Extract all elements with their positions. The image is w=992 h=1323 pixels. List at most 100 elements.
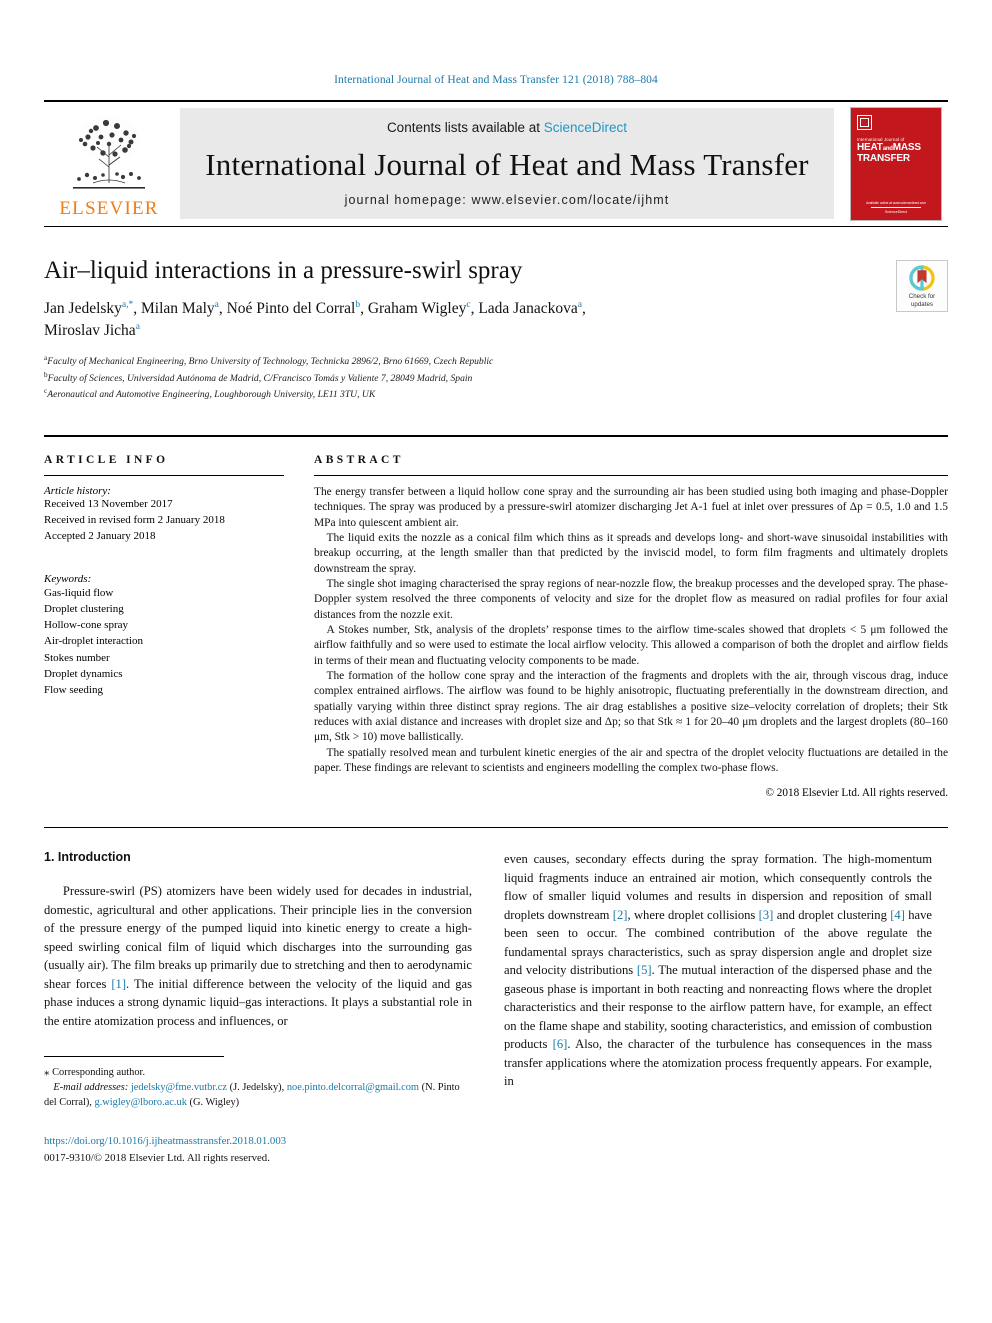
article-page: International Journal of Heat and Mass T… (0, 0, 992, 1323)
author-mark: c (466, 299, 471, 310)
abstract-paragraph: The liquid exits the nozzle as a conical… (314, 532, 948, 575)
article-history-label: Article history: (44, 485, 111, 498)
journal-band: Contents lists available at ScienceDirec… (180, 108, 834, 219)
doi-link[interactable]: https://doi.org/10.1016/j.ijheatmasstran… (44, 1133, 472, 1149)
author-name[interactable]: Miroslav Jicha (44, 322, 136, 339)
keywords-label: Keywords: (44, 572, 92, 585)
abstract-copyright: © 2018 Elsevier Ltd. All rights reserved… (765, 787, 949, 800)
affiliation-item: bFaculty of Sciences, Universidad Autóno… (44, 370, 948, 387)
article-info-rule (44, 475, 284, 477)
article-history-item: Accepted 2 January 2018 (44, 530, 156, 543)
info-abstract-region: ARTICLE INFO Article history: Received 1… (44, 435, 948, 799)
crossmark-line-1: Check for (908, 293, 936, 300)
author-mark: b (355, 299, 361, 310)
article-history-item: Received 13 November 2017 (44, 498, 173, 511)
email-owner: (J. Jedelsky) (229, 1082, 282, 1094)
footnote-block: ⁎ Corresponding author. E-mail addresses… (44, 1066, 460, 1109)
keyword-item: Droplet dynamics (44, 667, 123, 680)
cover-foot-line-1: Available online at www.sciencedirect.co… (866, 201, 926, 205)
abstract-paragraph: The spatially resolved mean and turbulen… (314, 746, 948, 775)
journal-masthead: ELSEVIER Contents lists available at Sci… (44, 100, 948, 227)
footnote-rule (44, 1056, 224, 1065)
contents-prefix: Contents lists available at (386, 120, 544, 135)
elsevier-logo: ELSEVIER (44, 102, 174, 226)
journal-homepage-link[interactable]: journal homepage: www.elsevier.com/locat… (345, 193, 670, 207)
affiliation-item: cAeronautical and Automotive Engineering… (44, 386, 948, 403)
citation-link[interactable]: [1] (111, 977, 126, 991)
journal-cover-image: International Journal of HEATandMASS TRA… (850, 107, 942, 221)
affiliation-text: Aeronautical and Automotive Engineering,… (47, 389, 376, 401)
cover-title-block: HEATandMASS TRANSFER (857, 142, 935, 164)
email-link[interactable]: jedelsky@fme.vutbr.cz (131, 1082, 227, 1093)
abstract-rule (314, 475, 948, 477)
abstract-column: ABSTRACT The energy transfer between a l… (314, 454, 948, 799)
abstract-body: The energy transfer between a liquid hol… (314, 485, 948, 776)
affiliation-item: aFaculty of Mechanical Engineering, Brno… (44, 353, 948, 370)
citation-link[interactable]: [6] (553, 1037, 568, 1051)
author-mark: a (214, 299, 219, 310)
author-name[interactable]: Graham Wigley (368, 300, 467, 317)
journal-cover-thumbnail: International Journal of HEATandMASS TRA… (844, 107, 948, 221)
title-block: Check for updates Air–liquid interaction… (44, 257, 948, 403)
doi-block: https://doi.org/10.1016/j.ijheatmasstran… (44, 1133, 472, 1165)
journal-title: International Journal of Heat and Mass T… (205, 147, 809, 182)
email-link[interactable]: g.wigley@lboro.ac.uk (95, 1097, 187, 1108)
elsevier-mark-icon (857, 115, 872, 130)
body-separator-rule (44, 827, 948, 829)
citation-link[interactable]: [2] (613, 908, 628, 922)
abstract-paragraph: The energy transfer between a liquid hol… (314, 486, 948, 529)
keyword-item: Air-droplet interaction (44, 635, 144, 648)
body-paragraph: Pressure-swirl (PS) atomizers have been … (44, 884, 472, 1028)
abstract-paragraph: A Stokes number, Stk, analysis of the dr… (314, 624, 948, 667)
email-link[interactable]: noe.pinto.delcorral@gmail.com (287, 1082, 419, 1093)
corresponding-author-mark: ⁎ (44, 1066, 50, 1079)
elsevier-wordmark: ELSEVIER (59, 197, 159, 219)
keyword-item: Gas-liquid flow (44, 586, 114, 599)
article-history-item: Received in revised form 2 January 2018 (44, 514, 225, 527)
body-column-right: even causes, secondary effects during th… (504, 850, 932, 1165)
citation-link[interactable]: [3] (759, 908, 774, 922)
running-head: International Journal of Heat and Mass T… (334, 74, 658, 86)
affiliation-list: aFaculty of Mechanical Engineering, Brno… (44, 353, 948, 403)
affiliation-text: Faculty of Sciences, Universidad Autónom… (47, 372, 473, 384)
cover-mass: MASS (892, 142, 921, 153)
cover-foot-rule (870, 207, 922, 208)
section-title-introduction: 1. Introduction (44, 850, 131, 865)
keyword-item: Hollow-cone spray (44, 619, 129, 632)
author-mark: a,* (121, 299, 134, 310)
abstract-paragraph: The formation of the hollow cone spray a… (314, 670, 948, 744)
keywords-block: Keywords: Gas-liquid flow Droplet cluste… (44, 573, 284, 698)
affiliation-text: Faculty of Mechanical Engineering, Brno … (47, 356, 494, 368)
author-name[interactable]: Lada Janackova (478, 300, 577, 317)
email-owner: (G. Wigley) (189, 1097, 240, 1109)
cover-and: and (882, 146, 893, 152)
abstract-paragraph: The single shot imaging characterised th… (314, 578, 948, 621)
crossmark-logo-icon (909, 265, 935, 291)
keyword-item: Stokes number (44, 651, 110, 664)
author-name[interactable]: Noé Pinto del Corral (227, 300, 356, 317)
author-list: Jan Jedelskya,*, Milan Malya, Noé Pinto … (44, 299, 586, 339)
elsevier-tree-icon (73, 115, 145, 189)
crossmark-line-2: updates (910, 300, 933, 308)
body-column-left: 1. Introduction Pressure-swirl (PS) atom… (44, 850, 472, 1165)
crossmark-label: Check for updates (909, 293, 935, 309)
citation-link[interactable]: [5] (637, 963, 652, 977)
contents-available-line: Contents lists available at ScienceDirec… (387, 120, 627, 135)
page-title: Air–liquid interactions in a pressure-sw… (44, 257, 523, 284)
citation-link[interactable]: [4] (890, 908, 905, 922)
cover-footer: Available online at www.sciencedirect.co… (851, 201, 941, 214)
cover-heat: HEAT (857, 142, 883, 153)
author-name[interactable]: Jan Jedelsky (44, 300, 122, 317)
issn-copyright-line: 0017-9310/© 2018 Elsevier Ltd. All right… (44, 1151, 270, 1164)
abstract-heading: ABSTRACT (314, 454, 404, 467)
corresponding-author-text: Corresponding author. (52, 1067, 146, 1079)
article-info-column: ARTICLE INFO Article history: Received 1… (44, 454, 284, 799)
sciencedirect-link[interactable]: ScienceDirect (544, 120, 627, 135)
author-mark: a (135, 321, 140, 332)
body-columns: 1. Introduction Pressure-swirl (PS) atom… (44, 850, 948, 1165)
article-info-heading: ARTICLE INFO (44, 454, 169, 467)
keyword-item: Droplet clustering (44, 603, 124, 616)
author-name[interactable]: Milan Maly (141, 300, 215, 317)
crossmark-badge[interactable]: Check for updates (896, 260, 948, 312)
cover-transfer: TRANSFER (857, 152, 910, 164)
